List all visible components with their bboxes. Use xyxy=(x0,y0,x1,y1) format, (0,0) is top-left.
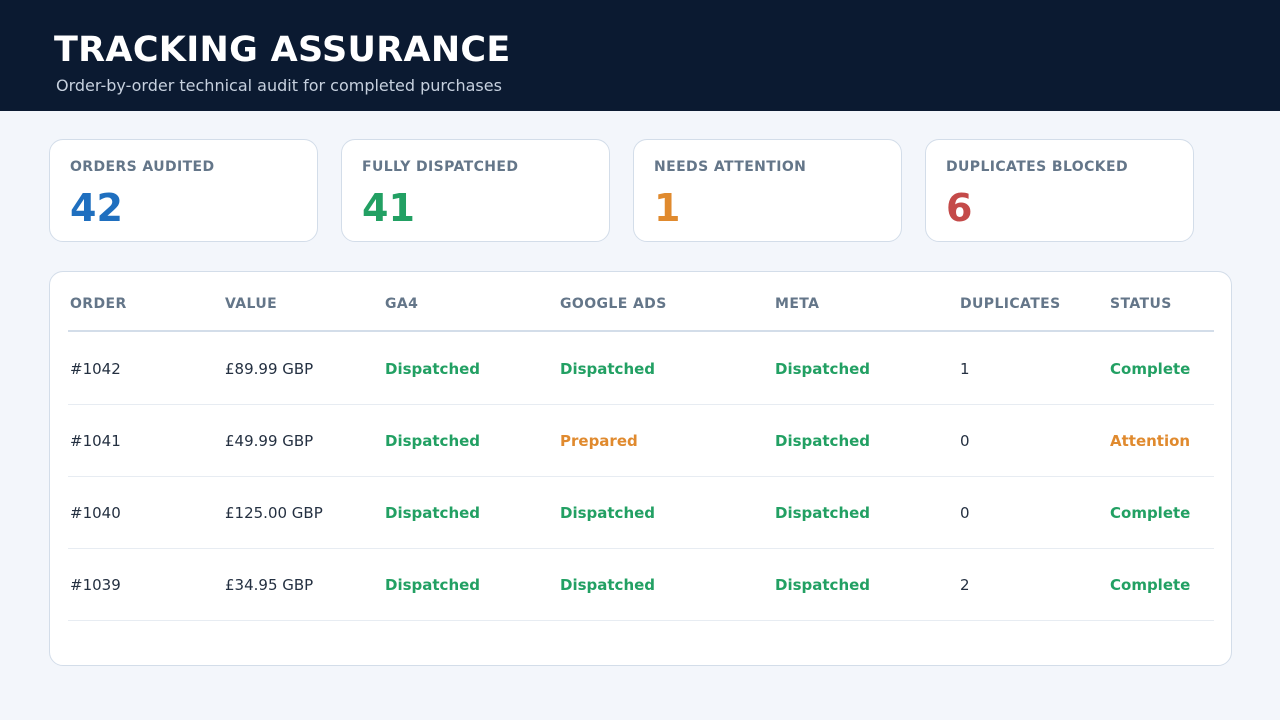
page-header: TRACKING ASSURANCE Order-by-order techni… xyxy=(0,0,1280,111)
stat-value: 6 xyxy=(946,186,973,230)
table-row[interactable]: #1041 £49.99 GBP Dispatched Prepared Dis… xyxy=(50,405,1233,477)
value-cell: £49.99 GBP xyxy=(225,432,314,450)
audit-table: ORDER VALUE GA4 GOOGLE ADS META DUPLICAT… xyxy=(49,271,1232,666)
order-cell: #1042 xyxy=(70,360,121,378)
stat-card-needs-attention: NEEDS ATTENTION 1 xyxy=(633,139,902,242)
row-divider xyxy=(68,620,1214,621)
table-row[interactable]: #1042 £89.99 GBP Dispatched Dispatched D… xyxy=(50,333,1233,405)
header-divider xyxy=(68,330,1214,332)
stat-label: ORDERS AUDITED xyxy=(70,159,215,175)
column-header-status: STATUS xyxy=(1110,296,1172,312)
column-header-google-ads: GOOGLE ADS xyxy=(560,296,667,312)
google-ads-cell: Dispatched xyxy=(560,576,656,594)
google-ads-cell: Dispatched xyxy=(560,360,656,378)
meta-cell: Dispatched xyxy=(775,360,871,378)
column-header-order: ORDER xyxy=(70,296,127,312)
stat-value: 41 xyxy=(362,186,415,230)
order-cell: #1040 xyxy=(70,504,121,522)
table-row[interactable]: #1039 £34.95 GBP Dispatched Dispatched D… xyxy=(50,549,1233,621)
page-subtitle: Order-by-order technical audit for compl… xyxy=(56,76,502,95)
value-cell: £125.00 GBP xyxy=(225,504,323,522)
order-cell: #1041 xyxy=(70,432,121,450)
value-cell: £34.95 GBP xyxy=(225,576,314,594)
column-header-meta: META xyxy=(775,296,820,312)
ga4-cell: Dispatched xyxy=(385,504,481,522)
stat-value: 42 xyxy=(70,186,123,230)
stat-card-duplicates-blocked: DUPLICATES BLOCKED 6 xyxy=(925,139,1194,242)
ga4-cell: Dispatched xyxy=(385,576,481,594)
meta-cell: Dispatched xyxy=(775,504,871,522)
duplicates-cell: 0 xyxy=(960,432,970,450)
status-cell: Complete xyxy=(1110,576,1191,594)
google-ads-cell: Dispatched xyxy=(560,504,656,522)
value-cell: £89.99 GBP xyxy=(225,360,314,378)
order-cell: #1039 xyxy=(70,576,121,594)
duplicates-cell: 1 xyxy=(960,360,970,378)
page-title: TRACKING ASSURANCE xyxy=(54,30,511,70)
stat-card-orders-audited: ORDERS AUDITED 42 xyxy=(49,139,318,242)
google-ads-cell: Prepared xyxy=(560,432,638,450)
column-header-duplicates: DUPLICATES xyxy=(960,296,1061,312)
status-cell: Attention xyxy=(1110,432,1191,450)
stat-card-fully-dispatched: FULLY DISPATCHED 41 xyxy=(341,139,610,242)
column-header-ga4: GA4 xyxy=(385,296,419,312)
status-cell: Complete xyxy=(1110,360,1191,378)
stat-label: NEEDS ATTENTION xyxy=(654,159,807,175)
stat-value: 1 xyxy=(654,186,681,230)
meta-cell: Dispatched xyxy=(775,432,871,450)
stat-label: FULLY DISPATCHED xyxy=(362,159,519,175)
ga4-cell: Dispatched xyxy=(385,432,481,450)
meta-cell: Dispatched xyxy=(775,576,871,594)
status-cell: Complete xyxy=(1110,504,1191,522)
ga4-cell: Dispatched xyxy=(385,360,481,378)
stat-label: DUPLICATES BLOCKED xyxy=(946,159,1128,175)
column-header-value: VALUE xyxy=(225,296,278,312)
duplicates-cell: 0 xyxy=(960,504,970,522)
duplicates-cell: 2 xyxy=(960,576,970,594)
table-row[interactable]: #1040 £125.00 GBP Dispatched Dispatched … xyxy=(50,477,1233,549)
